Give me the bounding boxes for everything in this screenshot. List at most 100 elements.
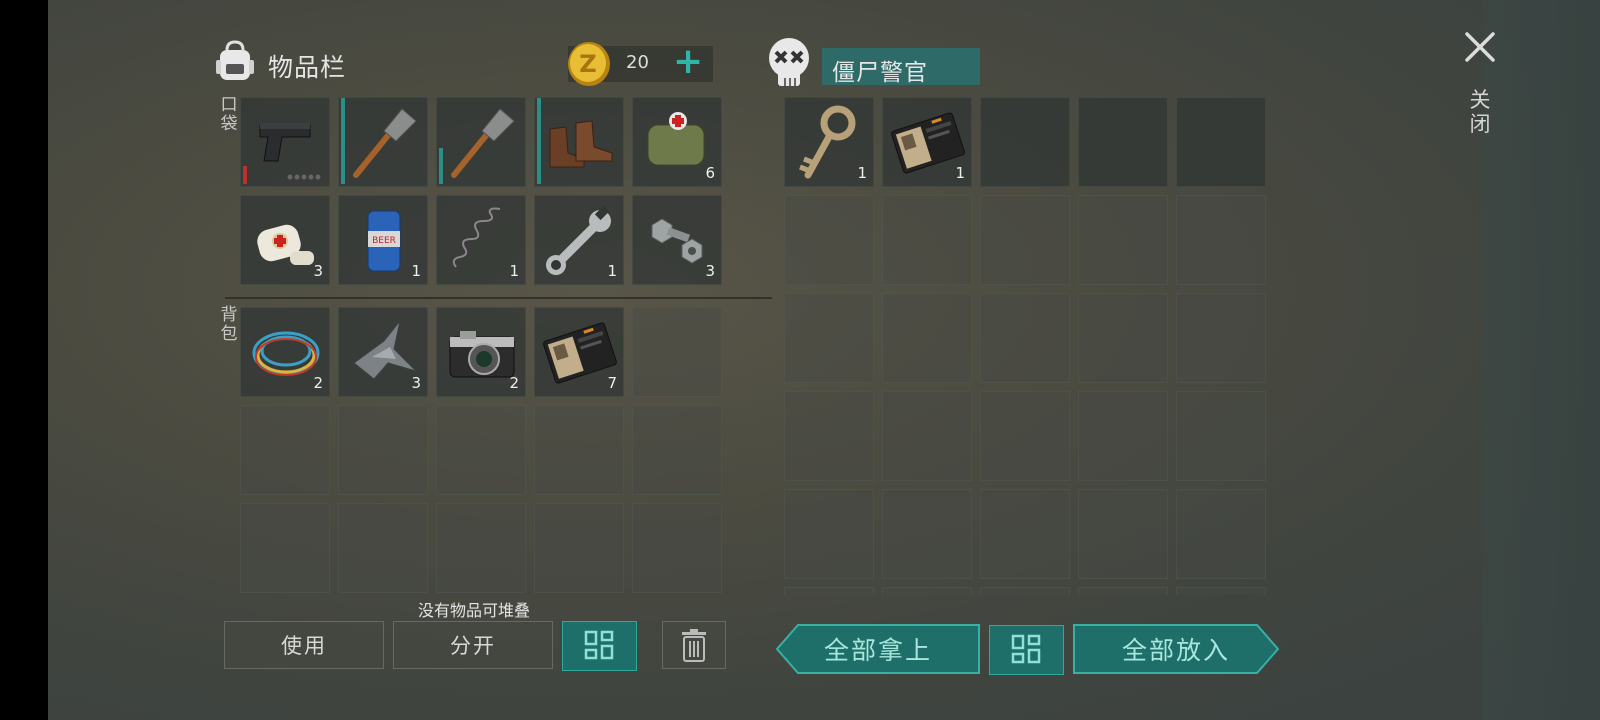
loot-slot-empty[interactable] [784,587,874,595]
loot-slot-empty[interactable] [980,587,1070,595]
loot-slot-empty[interactable] [882,587,972,595]
inventory-slot[interactable]: 1 [534,195,624,285]
inventory-slot[interactable] [436,97,526,187]
loot-slot-empty[interactable] [1176,391,1266,481]
loot-slot-empty[interactable] [980,293,1070,383]
item-count: 2 [509,374,519,392]
loot-slot[interactable]: 1 [784,97,874,187]
pistol-icon [259,123,321,180]
use-button[interactable]: 使用 [224,621,384,669]
put-all-button[interactable]: 全部放入 [1073,624,1279,674]
item-count: 3 [313,262,323,280]
loot-slot-empty[interactable] [1176,195,1266,285]
close-icon[interactable] [1463,30,1497,64]
item-count: 1 [955,164,965,182]
item-count: 7 [607,374,617,392]
loot-slot-empty[interactable] [1078,489,1168,579]
loot-source-name: 僵尸警官 [832,60,928,86]
inventory-slot[interactable] [534,97,624,187]
inventory-slot-empty[interactable] [338,503,428,593]
inventory-slot[interactable]: 3 [632,195,722,285]
inventory-slot[interactable]: BEER 1 [338,195,428,285]
item-count: 1 [857,164,867,182]
loot-slot-empty[interactable] [1176,587,1266,595]
loot-slot-empty[interactable] [1078,293,1168,383]
inventory-slot-empty[interactable] [534,405,624,495]
close-label[interactable]: 关闭 [1468,88,1492,136]
delete-button[interactable] [662,621,726,669]
add-coins-button[interactable]: + [673,44,703,80]
inventory-slot[interactable]: 2 [240,307,330,397]
loot-slot-empty[interactable] [1078,97,1168,187]
backpack-icon [216,40,254,80]
backpack-grid: 2 3 2 7 [240,307,722,593]
loot-slot-empty[interactable] [784,391,874,481]
sort-grid-icon [584,630,613,660]
inventory-slot[interactable]: 7 [534,307,624,397]
loot-slot-empty[interactable] [1078,391,1168,481]
inventory-slot[interactable]: 3 [338,307,428,397]
skull-icon [769,38,809,86]
inventory-title: 物品栏 [268,53,347,82]
loot-slot-empty[interactable] [980,489,1070,579]
right-strip [1483,0,1600,720]
loot-slot-empty[interactable] [1176,97,1266,187]
inventory-slot-empty[interactable] [534,503,624,593]
loot-slot-empty[interactable] [784,195,874,285]
loot-slot-empty[interactable] [1078,195,1168,285]
take-all-button[interactable]: 全部拿上 [776,624,980,674]
boots-icon [549,120,613,168]
shovel-icon [451,108,515,178]
item-count: 2 [313,374,323,392]
sort-loot-button[interactable] [989,625,1064,675]
inventory-slot-empty[interactable] [436,503,526,593]
inventory-slot[interactable]: 2 [436,307,526,397]
section-divider [225,297,772,299]
split-button[interactable]: 分开 [393,621,553,669]
trash-icon [682,629,706,662]
inventory-slot[interactable]: 6 [632,97,722,187]
item-count: 3 [411,374,421,392]
backpack-label: 背包 [220,305,238,344]
loot-slot-empty[interactable] [980,97,1070,187]
put-all-label: 全部放入 [1121,636,1230,665]
inventory-slot-empty[interactable] [632,503,722,593]
loot-slot-empty[interactable] [882,391,972,481]
sort-grid-icon [1011,634,1040,664]
item-count: 1 [411,262,421,280]
loot-slot-empty[interactable] [1078,587,1168,595]
loot-slot-empty[interactable] [1176,293,1266,383]
inventory-slot[interactable]: 1 [436,195,526,285]
inventory-slot-empty[interactable] [240,405,330,495]
inventory-slot[interactable]: 3 [240,195,330,285]
loot-slot-empty[interactable] [980,391,1070,481]
item-count: 3 [705,262,715,280]
loot-slot[interactable]: 1 [882,97,972,187]
take-all-label: 全部拿上 [823,636,932,665]
inventory-slot-empty[interactable] [338,405,428,495]
stack-message: 没有物品可堆叠 [418,601,531,620]
shovel-icon [353,108,417,178]
item-count: 6 [705,164,715,182]
item-count: 1 [509,262,519,280]
coin-icon: Z [568,42,610,86]
inventory-slot-empty[interactable] [632,405,722,495]
inventory-slot-empty[interactable] [632,307,722,397]
loot-slot-empty[interactable] [784,489,874,579]
sort-inventory-button[interactable] [562,621,637,671]
loot-slot-empty[interactable] [882,195,972,285]
inventory-slot[interactable] [240,97,330,187]
inventory-slot-empty[interactable] [240,503,330,593]
loot-slot-empty[interactable] [784,293,874,383]
svg-text:Z: Z [579,50,596,78]
loot-slot-empty[interactable] [882,489,972,579]
item-count: 1 [607,262,617,280]
inventory-slot-empty[interactable] [436,405,526,495]
loot-slot-empty[interactable] [1176,489,1266,579]
loot-slot-empty[interactable] [882,293,972,383]
loot-slot-empty[interactable] [980,195,1070,285]
pocket-label: 口袋 [220,95,238,134]
inventory-slot[interactable] [338,97,428,187]
coin-count: 20 [626,52,649,73]
game-screen: 物品栏 Z 20 + 口袋 背包 6 3 BEER 1 1 1 3 2 3 2 … [48,0,1600,720]
